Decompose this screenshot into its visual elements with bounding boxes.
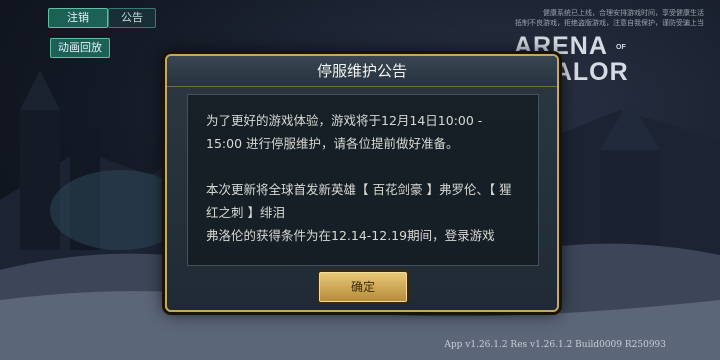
maintenance-notice-dialog: 停服维护公告 为了更好的游戏体验，游戏将于12月14日10:00 - 15:00… bbox=[165, 54, 559, 312]
notice-tab[interactable]: 公告 bbox=[108, 8, 156, 28]
logout-tab[interactable]: 注销 bbox=[48, 8, 108, 28]
dialog-header: 停服维护公告 bbox=[167, 56, 557, 87]
health-gaming-notice: 健康系统已上线，合理安排游戏时间，享受健康生活 抵制不良游戏，拒绝盗版游戏，注意… bbox=[515, 9, 704, 27]
animation-replay-button[interactable]: 动画回放 bbox=[50, 38, 110, 58]
logo-of: OF bbox=[616, 44, 626, 51]
dialog-title: 停服维护公告 bbox=[316, 62, 407, 80]
dialog-body-scroll[interactable]: 为了更好的游戏体验，游戏将于12月14日10:00 - 15:00 进行停服维护… bbox=[187, 94, 539, 266]
game-screen: 注销 公告 动画回放 健康系统已上线，合理安排游戏时间，享受健康生活 抵制不良游… bbox=[0, 0, 720, 360]
version-info: App v1.26.1.2 Res v1.26.1.2 Build0009 R2… bbox=[444, 340, 666, 350]
confirm-button[interactable]: 确定 bbox=[319, 272, 407, 302]
notice-text: 为了更好的游戏体验，游戏将于12月14日10:00 - 15:00 进行停服维护… bbox=[206, 113, 512, 243]
